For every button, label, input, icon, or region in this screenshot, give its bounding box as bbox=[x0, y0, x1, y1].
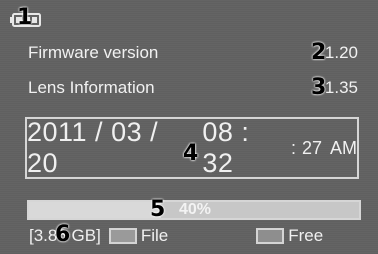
callout-4: 4 bbox=[183, 141, 199, 166]
time-hour-minute: 08 : 32 bbox=[202, 117, 250, 178]
free-legend-label: Free bbox=[288, 226, 324, 245]
lens-information-row[interactable]: Lens Information 1.35 3 bbox=[28, 77, 358, 99]
storage-legend-row: [3.86 GB] File Free bbox=[29, 226, 323, 246]
firmware-value: 1.20 bbox=[324, 43, 358, 62]
seconds-separator: : bbox=[290, 137, 296, 158]
time-seconds: 27 bbox=[301, 137, 322, 158]
callout-3: 3 bbox=[311, 75, 327, 100]
lens-value-group: 1.35 3 bbox=[306, 77, 358, 99]
storage-percent-label: 40% bbox=[179, 201, 212, 218]
firmware-version-row[interactable]: Firmware version 1.20 2 bbox=[28, 42, 358, 64]
time-ampm: AM bbox=[330, 137, 357, 158]
storage-progress-bar: 40% bbox=[27, 200, 361, 220]
storage-progress-fill bbox=[29, 202, 161, 218]
callout-6: 6 bbox=[55, 222, 71, 247]
file-legend-swatch bbox=[108, 228, 137, 244]
date-text: 2011 / 03 / 20 bbox=[27, 117, 159, 178]
firmware-label: Firmware version bbox=[28, 43, 159, 62]
lens-value: 1.35 bbox=[324, 78, 358, 97]
free-legend-swatch bbox=[256, 228, 285, 244]
firmware-value-group: 1.20 2 bbox=[306, 42, 358, 64]
callout-2: 2 bbox=[311, 40, 327, 65]
callout-5: 5 bbox=[150, 197, 166, 222]
lens-label: Lens Information bbox=[28, 78, 155, 97]
callout-1: 1 bbox=[17, 5, 33, 30]
file-legend-label: File bbox=[140, 226, 169, 245]
